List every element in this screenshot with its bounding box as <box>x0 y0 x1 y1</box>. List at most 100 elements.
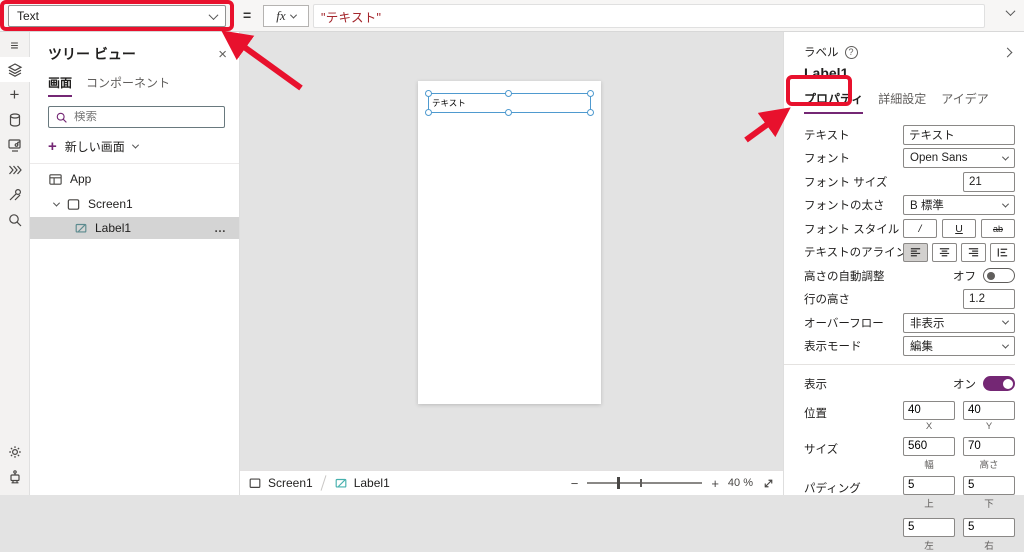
new-screen-label: 新しい画面 <box>65 138 125 155</box>
tab-ideas[interactable]: アイデア <box>941 90 988 114</box>
tab-advanced[interactable]: 詳細設定 <box>878 90 926 114</box>
property-row-padding: パディング 上 下 左 右 <box>804 476 1015 552</box>
auto-height-toggle[interactable] <box>983 268 1015 283</box>
fit-to-window-icon[interactable] <box>762 477 775 490</box>
strikethrough-button[interactable]: ab <box>981 219 1015 238</box>
display-mode-dropdown[interactable]: 編集 <box>903 336 1015 356</box>
tree-item-app[interactable]: App <box>30 168 239 190</box>
search-icon <box>55 111 68 124</box>
tree-item-screen1[interactable]: Screen1 <box>30 193 239 215</box>
close-icon[interactable]: × <box>218 46 227 63</box>
new-screen-button[interactable]: + 新しい画面 <box>30 128 239 164</box>
tab-screens[interactable]: 画面 <box>48 74 72 97</box>
align-right-button[interactable] <box>961 243 986 262</box>
collapse-panel-chevron[interactable] <box>1003 47 1013 57</box>
breadcrumb-separator <box>320 475 326 491</box>
media-button[interactable] <box>0 132 30 157</box>
tree-view-layers-icon <box>7 62 23 78</box>
chevron-down-icon <box>1002 318 1009 325</box>
auto-height-toggle-label: オフ <box>953 268 976 284</box>
align-justify-button[interactable] <box>990 243 1015 262</box>
resize-handle-bottom-right[interactable] <box>587 109 594 116</box>
tree-view-tabs: 画面 コンポーネント <box>30 64 239 97</box>
breadcrumb-screen1[interactable]: Screen1 <box>248 476 313 490</box>
align-left-button[interactable] <box>903 243 928 262</box>
expander-chevron-icon[interactable] <box>53 199 60 206</box>
resize-handle-bottom-center[interactable] <box>505 109 512 116</box>
zoom-in-button[interactable]: + <box>711 477 719 490</box>
canvas-area[interactable]: テキスト <box>240 32 783 470</box>
tree-view-panel: ツリー ビュー × 画面 コンポーネント + 新しい画面 App Screen1… <box>30 32 240 495</box>
insert-button[interactable]: + <box>0 82 30 107</box>
chevron-down-icon <box>1002 341 1009 348</box>
search-button[interactable] <box>0 207 30 232</box>
formula-input[interactable]: "テキスト" <box>313 4 985 28</box>
property-row-text: テキスト <box>804 123 1015 147</box>
position-x-input[interactable] <box>903 401 955 420</box>
formula-bar-expand-chevron[interactable] <box>1006 6 1016 16</box>
visible-toggle[interactable] <box>983 376 1015 391</box>
align-center-icon <box>938 246 951 259</box>
insert-plus-icon: + <box>10 86 20 103</box>
align-center-button[interactable] <box>932 243 957 262</box>
zoom-out-button[interactable]: − <box>571 477 579 490</box>
zoom-controls: − + 40 % <box>571 477 775 490</box>
resize-handle-top-center[interactable] <box>505 90 512 97</box>
more-options-icon[interactable]: … <box>214 221 227 235</box>
screen-artboard[interactable]: テキスト <box>418 81 601 404</box>
tab-properties[interactable]: プロパティ <box>804 90 863 114</box>
control-type-label: ラベル <box>804 44 839 60</box>
zoom-slider-thumb[interactable] <box>617 477 620 489</box>
text-input[interactable] <box>903 125 1015 145</box>
property-row-display-mode: 表示モード 編集 <box>804 335 1015 359</box>
font-dropdown[interactable]: Open Sans <box>903 148 1015 168</box>
italic-button[interactable]: / <box>903 219 937 238</box>
tree-item-label1[interactable]: Label1 … <box>30 217 239 239</box>
resize-handle-bottom-left[interactable] <box>425 109 432 116</box>
padding-bottom-input[interactable] <box>963 476 1015 495</box>
advanced-tools-icon <box>7 187 23 203</box>
data-button[interactable] <box>0 107 30 132</box>
tree-search-box[interactable] <box>48 106 225 128</box>
overflow-dropdown[interactable]: 非表示 <box>903 313 1015 333</box>
formula-bar: Text = fx "テキスト" <box>0 0 1024 32</box>
resize-handle-top-right[interactable] <box>587 90 594 97</box>
hamburger-menu-button[interactable]: ≡ <box>0 32 30 57</box>
property-row-position: 位置 X Y <box>804 401 1015 432</box>
size-height-input[interactable] <box>963 437 1015 456</box>
fx-dropdown[interactable]: fx <box>263 5 309 27</box>
padding-top-input[interactable] <box>903 476 955 495</box>
resize-handle-top-left[interactable] <box>425 90 432 97</box>
size-width-input[interactable] <box>903 437 955 456</box>
plus-icon: + <box>48 139 57 154</box>
padding-right-input[interactable] <box>963 518 1015 537</box>
font-size-input[interactable] <box>963 172 1015 192</box>
app-icon <box>48 172 63 187</box>
tree-search-input[interactable] <box>74 111 214 123</box>
zoom-slider[interactable] <box>587 482 702 484</box>
help-icon[interactable]: ? <box>845 46 858 59</box>
underline-button[interactable]: U <box>942 219 976 238</box>
selected-label-control[interactable]: テキスト <box>428 93 591 113</box>
font-weight-dropdown[interactable]: B 標準 <box>903 195 1015 215</box>
breadcrumb-screen1-label: Screen1 <box>268 476 313 490</box>
padding-left-input[interactable] <box>903 518 955 537</box>
tree-item-screen1-label: Screen1 <box>88 197 133 211</box>
tree-item-app-label: App <box>70 172 91 186</box>
tab-components[interactable]: コンポーネント <box>86 74 170 97</box>
line-height-input[interactable] <box>963 289 1015 309</box>
power-automate-button[interactable] <box>0 157 30 182</box>
assistant-button[interactable] <box>0 464 30 489</box>
advanced-tools-button[interactable] <box>0 182 30 207</box>
control-name: Label1 <box>804 65 1015 81</box>
breadcrumb-label1[interactable]: Label1 <box>334 476 390 490</box>
settings-button[interactable] <box>0 439 30 464</box>
zoom-percentage[interactable]: 40 % <box>728 477 753 489</box>
position-y-input[interactable] <box>963 401 1015 420</box>
zoom-slider-tick <box>640 479 642 487</box>
data-cylinder-icon <box>7 112 23 128</box>
property-selector-dropdown[interactable]: Text <box>8 5 226 27</box>
tree-view-button[interactable] <box>0 57 30 82</box>
align-right-icon <box>967 246 980 259</box>
property-row-text-alignment: テキストのアラインメ… <box>804 241 1015 265</box>
